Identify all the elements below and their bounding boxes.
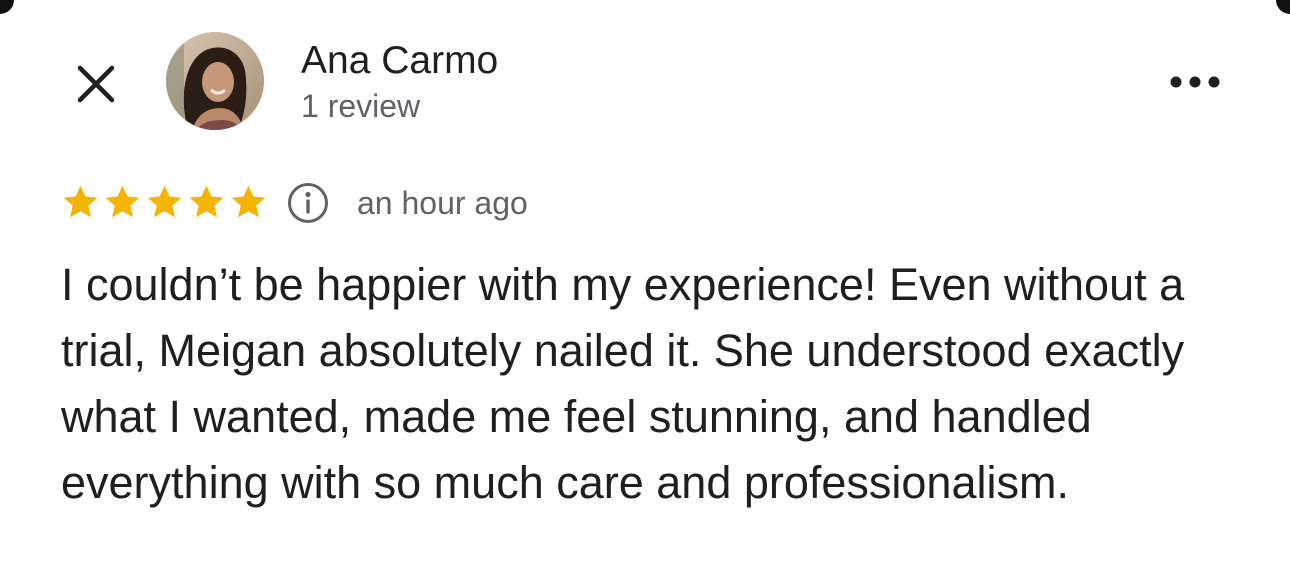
star-icon xyxy=(144,182,185,223)
close-icon xyxy=(75,63,117,105)
star-icon xyxy=(228,182,269,223)
star-icon xyxy=(60,182,101,223)
info-icon[interactable] xyxy=(286,181,330,225)
card-corner-right xyxy=(1276,0,1290,14)
avatar[interactable] xyxy=(166,32,264,130)
review-text: I couldn’t be happier with my experience… xyxy=(61,259,1185,508)
star-rating xyxy=(60,182,269,223)
review-timestamp: an hour ago xyxy=(357,185,528,221)
more-options-button[interactable] xyxy=(1160,60,1230,104)
close-button[interactable] xyxy=(68,56,124,112)
reviewer-name[interactable]: Ana Carmo xyxy=(301,38,498,84)
more-horizontal-icon xyxy=(1169,75,1221,89)
review-card: Ana Carmo 1 review an hour ago I couldn’… xyxy=(0,0,1290,581)
review-count: 1 review xyxy=(301,88,421,124)
star-icon xyxy=(102,182,143,223)
card-corner-left xyxy=(0,0,14,14)
star-icon xyxy=(186,182,227,223)
